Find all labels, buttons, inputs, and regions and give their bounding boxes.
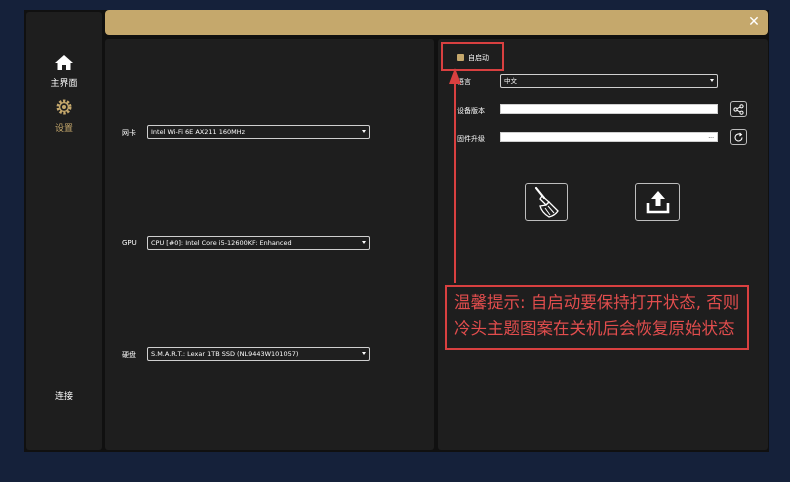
chevron-down-icon: [362, 130, 366, 133]
sidebar-item-label: 设置: [54, 124, 73, 134]
sidebar-item-connect[interactable]: 连接: [26, 387, 102, 402]
language-label: 语言: [457, 78, 471, 86]
chevron-down-icon: [362, 241, 366, 244]
device-version-field: [500, 104, 718, 114]
refresh-icon: [734, 132, 743, 142]
gpu-label: GPU: [122, 239, 137, 247]
disk-select[interactable]: S.M.A.R.T.: Lexar 1TB SSD (NL9443W101057…: [147, 347, 370, 361]
firmware-label: 固件升级: [457, 135, 485, 143]
title-bar: ✕: [105, 10, 768, 35]
autostart-checkbox[interactable]: [457, 54, 464, 61]
autostart-label: 自启动: [468, 54, 489, 62]
share-button[interactable]: [730, 101, 747, 117]
disk-label: 硬盘: [122, 351, 136, 359]
sidebar-item-home[interactable]: 主界面: [26, 54, 102, 89]
sidebar-item-label: 主界面: [50, 79, 78, 89]
language-select[interactable]: 中文: [500, 74, 718, 88]
disk-value: S.M.A.R.T.: Lexar 1TB SSD (NL9443W101057…: [151, 350, 299, 358]
chevron-down-icon: [362, 352, 366, 355]
chevron-down-icon: [710, 79, 714, 82]
home-icon: [55, 55, 73, 70]
gpu-select[interactable]: CPU [#0]: Intel Core i5-12600KF: Enhance…: [147, 236, 370, 250]
settings-panel: [438, 39, 768, 450]
language-value: 中文: [504, 77, 517, 85]
warning-line-1: 温馨提示: 自启动要保持打开状态, 否则: [454, 293, 740, 312]
nic-label: 网卡: [122, 129, 136, 137]
firmware-field[interactable]: ...: [500, 132, 718, 142]
clean-button[interactable]: [525, 183, 568, 221]
nic-value: Intel Wi-Fi 6E AX211 160MHz: [151, 128, 246, 136]
share-icon: [733, 103, 744, 115]
broom-icon: [534, 186, 559, 218]
gear-icon: [56, 99, 72, 115]
close-button[interactable]: ✕: [744, 12, 764, 32]
close-icon: ✕: [748, 14, 760, 30]
upload-icon: [646, 191, 669, 214]
refresh-button[interactable]: [730, 129, 747, 145]
warning-line-2: 冷头主题图案在关机后会恢复原始状态: [454, 319, 735, 338]
gpu-value: CPU [#0]: Intel Core i5-12600KF: Enhance…: [151, 239, 292, 247]
nic-select[interactable]: Intel Wi-Fi 6E AX211 160MHz: [147, 125, 370, 139]
sidebar-item-label: 连接: [54, 392, 73, 402]
sidebar-item-settings[interactable]: 设置: [26, 98, 102, 134]
warning-annotation: 温馨提示: 自启动要保持打开状态, 否则 冷头主题图案在关机后会恢复原始状态: [445, 285, 749, 350]
upload-button[interactable]: [635, 183, 680, 221]
sidebar: 主界面 设置 连接: [26, 12, 102, 450]
device-version-label: 设备版本: [457, 107, 485, 115]
